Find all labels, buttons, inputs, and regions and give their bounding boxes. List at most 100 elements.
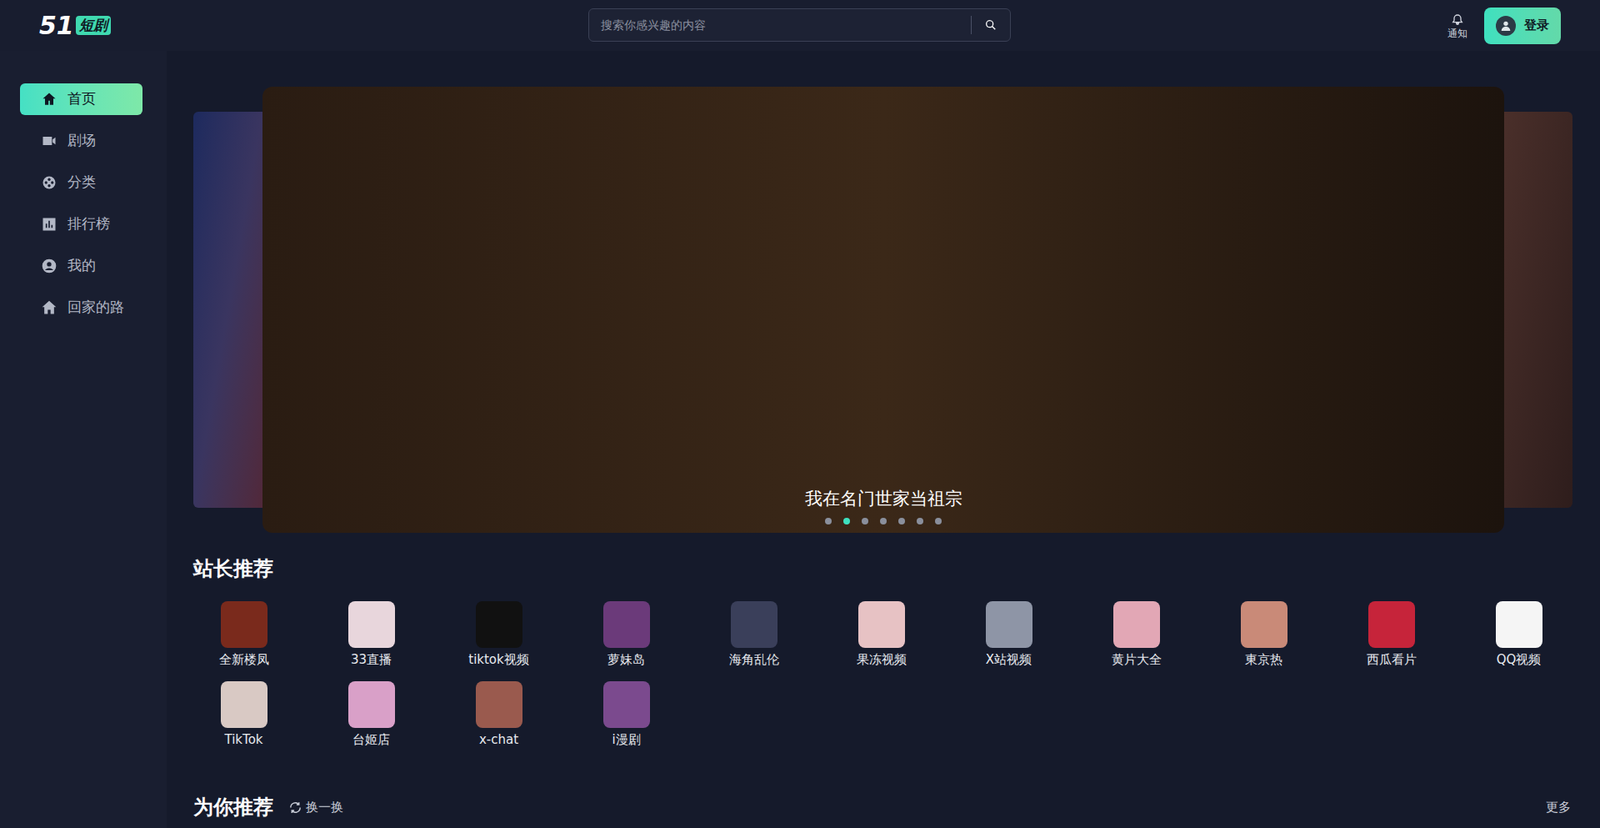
app-item[interactable]: i漫剧 (575, 680, 677, 748)
app-thumbnail[interactable] (1113, 600, 1160, 648)
app-thumbnail[interactable] (603, 600, 650, 648)
app-item[interactable]: 33直播 (320, 600, 422, 668)
search-input[interactable] (589, 9, 971, 41)
app-item[interactable]: 台姬店 (320, 680, 422, 748)
app-item[interactable]: 西瓜看片 (1340, 600, 1442, 668)
sidebar-item[interactable]: 回家的路 (20, 291, 143, 324)
carousel-dots (262, 517, 1505, 525)
refresh-icon (288, 800, 303, 815)
sidebar: 首页剧场分类排行榜我的回家的路 (0, 50, 167, 828)
sidebar-label[interactable]: 首页 (67, 88, 96, 110)
sidebar-label[interactable]: 回家的路 (67, 296, 125, 319)
app-label[interactable]: tiktok视频 (468, 650, 529, 668)
chart-icon (40, 215, 58, 233)
sidebar-label[interactable]: 我的 (67, 255, 96, 277)
header: 51短剧通知 登录 (0, 0, 1600, 51)
logo-text[interactable]: 短剧 (75, 15, 111, 35)
sidebar-item[interactable]: 排行榜 (20, 208, 143, 240)
carousel-dot[interactable] (880, 517, 887, 525)
app-item[interactable]: QQ视频 (1468, 600, 1570, 668)
app-thumbnail[interactable] (220, 680, 268, 728)
for-you-header: 为你推荐 换一换 更多 (193, 794, 1573, 820)
video-icon (40, 132, 58, 150)
app-thumbnail[interactable] (858, 600, 905, 648)
carousel-dot[interactable] (843, 517, 850, 525)
app-item[interactable]: x-chat (448, 680, 550, 748)
refresh-button[interactable]: 换一换 (288, 797, 344, 817)
app-label[interactable]: X站视频 (985, 650, 1032, 668)
search-button[interactable] (971, 9, 1010, 41)
search-box (588, 8, 1011, 42)
main-content: 我在名门世家当祖宗站长推荐全新楼凤 33直播 tiktok视频 萝妹岛 海角乱伦 果冻视频… (166, 50, 1600, 828)
search-icon (984, 18, 998, 32)
sidebar-label[interactable]: 排行榜 (67, 213, 110, 235)
app-label[interactable]: i漫剧 (611, 730, 640, 748)
sidebar-label[interactable]: 分类 (67, 171, 96, 194)
app-thumbnail[interactable] (985, 600, 1033, 648)
app-item[interactable]: tiktok视频 (448, 600, 550, 668)
app-item[interactable]: X站视频 (958, 600, 1060, 668)
app-thumbnail[interactable] (348, 680, 395, 728)
avatar-icon (1495, 15, 1516, 36)
carousel-dot[interactable] (898, 517, 905, 525)
notification[interactable]: 通知 (1447, 13, 1468, 39)
app-label[interactable]: TikTok (224, 730, 263, 748)
house-icon (40, 299, 58, 316)
app-label[interactable]: 33直播 (350, 650, 392, 668)
app-label[interactable]: 東京热 (1245, 650, 1283, 668)
app-label[interactable]: QQ视频 (1496, 650, 1542, 668)
app-thumbnail[interactable] (348, 600, 395, 648)
app-label[interactable]: 黄片大全 (1111, 650, 1162, 668)
sidebar-item[interactable]: 分类 (20, 166, 143, 199)
logo[interactable]: 51短剧 (39, 13, 206, 39)
app-thumbnail[interactable] (1495, 600, 1543, 648)
prev-slide[interactable] (193, 111, 263, 508)
app-thumbnail[interactable] (475, 680, 523, 728)
sidebar-label[interactable]: 剧场 (67, 130, 96, 152)
section-title: 站长推荐 (193, 555, 1573, 581)
logo-number[interactable]: 51 (39, 13, 75, 39)
app-thumbnail[interactable] (1368, 600, 1415, 648)
app-item[interactable]: TikTok (193, 680, 295, 748)
app-thumbnail[interactable] (475, 600, 523, 648)
carousel: 我在名门世家当祖宗 (193, 86, 1573, 533)
home-icon (40, 90, 58, 108)
next-slide[interactable] (1504, 111, 1573, 508)
carousel-dot[interactable] (825, 517, 832, 525)
app-item[interactable]: 全新楼凤 (193, 600, 295, 668)
app-thumbnail[interactable] (220, 600, 268, 648)
app-label[interactable]: 西瓜看片 (1366, 650, 1417, 668)
bell-icon (1450, 13, 1465, 27)
app-item[interactable]: 果冻视频 (830, 600, 932, 668)
app-label[interactable]: 海角乱伦 (729, 650, 780, 668)
sidebar-item[interactable]: 首页 (20, 83, 143, 115)
carousel-dot[interactable] (935, 517, 942, 525)
refresh-label[interactable]: 换一换 (305, 797, 344, 817)
app-thumbnail[interactable] (1240, 600, 1288, 648)
app-label[interactable]: 台姬店 (352, 730, 390, 748)
app-label[interactable]: 果冻视频 (856, 650, 907, 668)
app-thumbnail[interactable] (730, 600, 778, 648)
app-item[interactable]: 萝妹岛 (575, 600, 677, 668)
sidebar-item[interactable]: 剧场 (20, 125, 143, 157)
carousel-dot[interactable] (861, 517, 869, 525)
app-thumbnail[interactable] (603, 680, 650, 728)
carousel-dot[interactable] (916, 517, 924, 525)
app-label[interactable]: x-chat (479, 730, 519, 748)
app-grid: 全新楼凤 33直播 tiktok视频 萝妹岛 海角乱伦 果冻视频 X站视频 黄片大全 東京热 西瓜… (193, 600, 1573, 748)
current-slide[interactable]: 我在名门世家当祖宗 (262, 86, 1505, 533)
login-label[interactable]: 登录 (1524, 15, 1550, 35)
app-item[interactable]: 東京热 (1213, 600, 1315, 668)
app-label[interactable]: 萝妹岛 (607, 650, 645, 668)
app-item[interactable]: 黄片大全 (1085, 600, 1187, 668)
login-button[interactable]: 登录 (1484, 7, 1561, 45)
app-item[interactable]: 海角乱伦 (703, 600, 805, 668)
section-title: 为你推荐 (193, 794, 274, 820)
notification-label[interactable]: 通知 (1447, 28, 1468, 39)
category-icon (40, 174, 58, 191)
slide-caption[interactable]: 我在名门世家当祖宗 (805, 487, 963, 510)
app-label[interactable]: 全新楼凤 (219, 650, 270, 668)
sidebar-item[interactable]: 我的 (20, 250, 143, 282)
user-icon (40, 257, 58, 275)
more-link[interactable]: 更多 (1545, 797, 1571, 817)
